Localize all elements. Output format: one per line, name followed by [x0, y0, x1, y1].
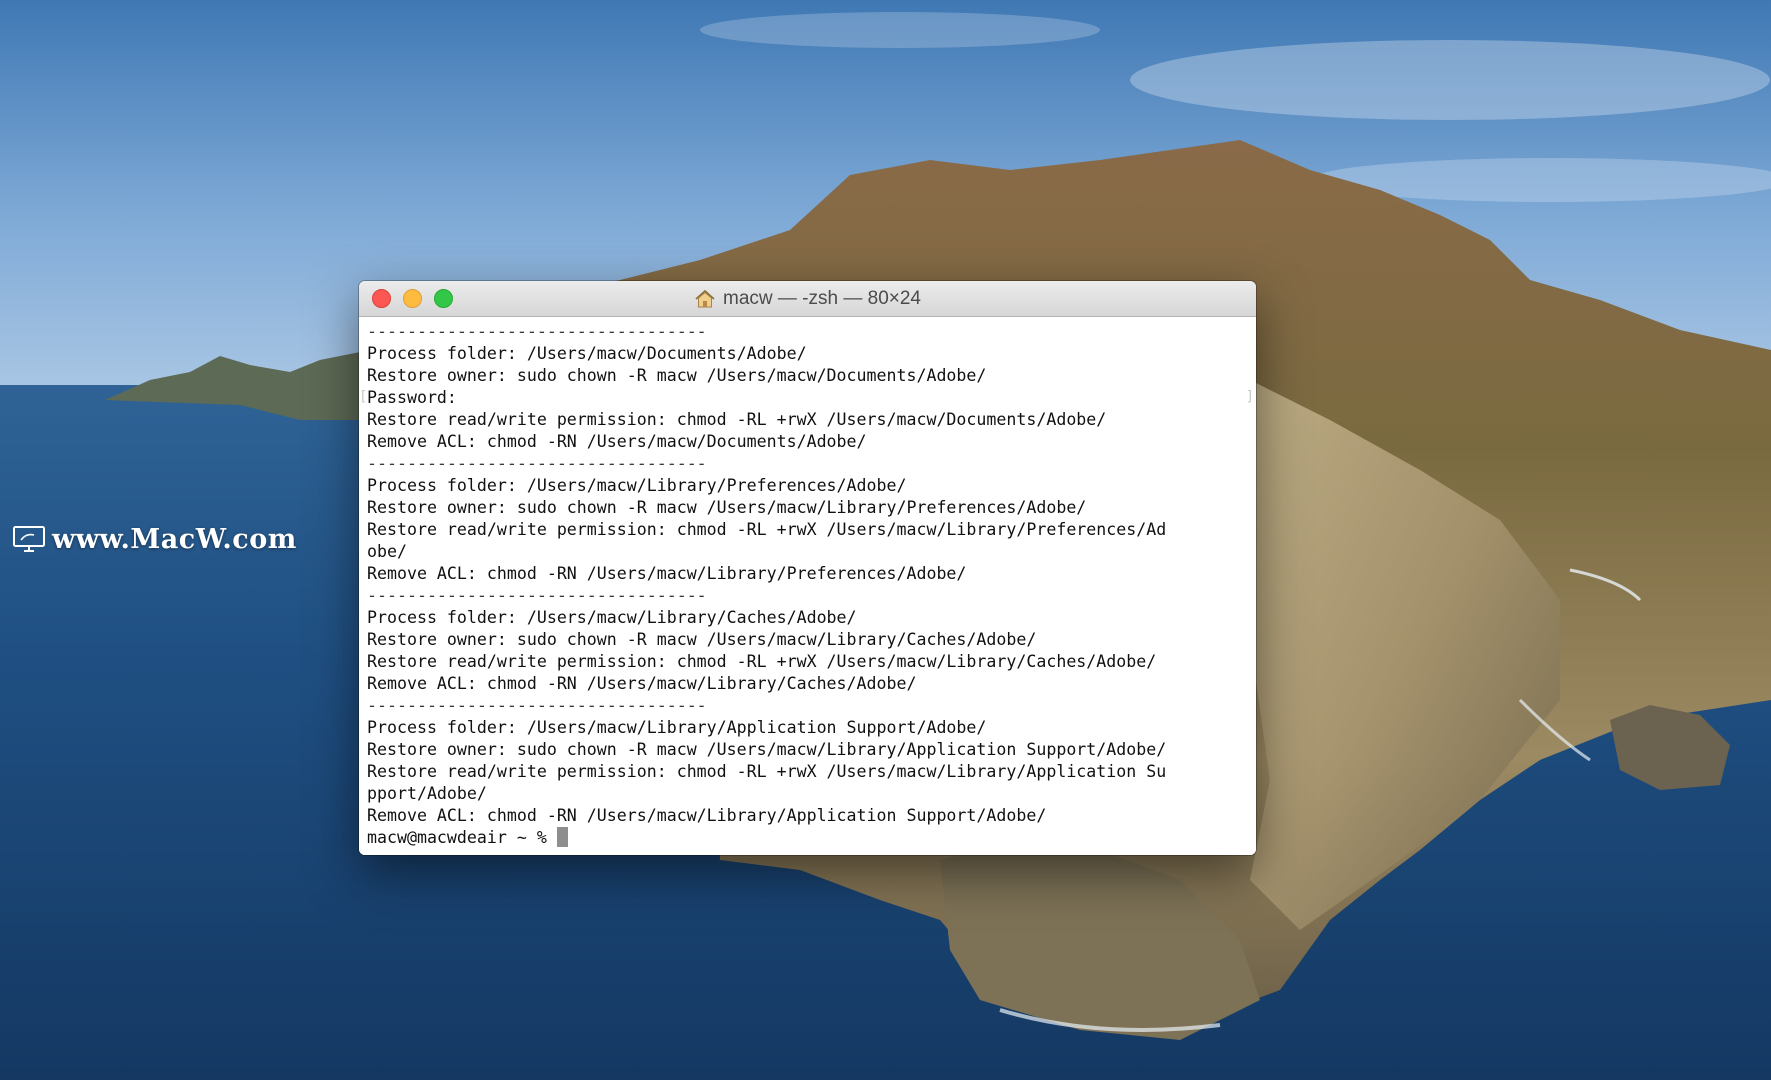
- scroll-mark-right: ]: [1245, 389, 1254, 405]
- terminal-line: ----------------------------------: [367, 696, 707, 715]
- terminal-line: pport/Adobe/: [367, 784, 487, 803]
- monitor-icon: [12, 525, 46, 553]
- terminal-line: Password:: [367, 388, 457, 407]
- text-cursor: [556, 827, 568, 847]
- terminal-line: Restore read/write permission: chmod -RL…: [367, 652, 1157, 671]
- terminal-line: Restore owner: sudo chown -R macw /Users…: [367, 630, 1037, 649]
- terminal-line: Process folder: /Users/macw/Library/Cach…: [367, 608, 857, 627]
- terminal-line: Remove ACL: chmod -RN /Users/macw/Librar…: [367, 564, 967, 583]
- window-title: macw — -zsh — 80×24: [723, 287, 921, 309]
- home-folder-icon: [694, 289, 716, 309]
- terminal-line: Restore owner: sudo chown -R macw /Users…: [367, 740, 1167, 759]
- terminal-line: Restore read/write permission: chmod -RL…: [367, 520, 1167, 539]
- terminal-line: Restore owner: sudo chown -R macw /Users…: [367, 498, 1087, 517]
- terminal-line: Process folder: /Users/macw/Library/Appl…: [367, 718, 987, 737]
- terminal-line: Process folder: /Users/macw/Documents/Ad…: [367, 344, 807, 363]
- shell-prompt: macw@macwdeair ~ %: [367, 828, 557, 847]
- terminal-line: Remove ACL: chmod -RN /Users/macw/Docume…: [367, 432, 867, 451]
- window-title-group: macw — -zsh — 80×24: [359, 281, 1256, 316]
- terminal-window[interactable]: macw — -zsh — 80×24 [ ] ----------------…: [359, 281, 1256, 855]
- terminal-output[interactable]: [ ] ---------------------------------- P…: [359, 317, 1256, 855]
- terminal-line: Remove ACL: chmod -RN /Users/macw/Librar…: [367, 806, 1047, 825]
- terminal-line: obe/: [367, 542, 407, 561]
- watermark-text: www.MacW.com: [52, 523, 297, 555]
- terminal-line: ----------------------------------: [367, 454, 707, 473]
- terminal-prompt-line[interactable]: macw@macwdeair ~ %: [367, 827, 1256, 849]
- terminal-line: Restore read/write permission: chmod -RL…: [367, 762, 1167, 781]
- terminal-line: ----------------------------------: [367, 586, 707, 605]
- terminal-line: Remove ACL: chmod -RN /Users/macw/Librar…: [367, 674, 917, 693]
- window-titlebar[interactable]: macw — -zsh — 80×24: [359, 281, 1256, 317]
- watermark: www.MacW.com: [12, 521, 297, 557]
- scroll-mark-left: [: [359, 389, 368, 405]
- terminal-line: ----------------------------------: [367, 322, 707, 341]
- terminal-line: Process folder: /Users/macw/Library/Pref…: [367, 476, 907, 495]
- terminal-line: Restore read/write permission: chmod -RL…: [367, 410, 1107, 429]
- terminal-line: Restore owner: sudo chown -R macw /Users…: [367, 366, 987, 385]
